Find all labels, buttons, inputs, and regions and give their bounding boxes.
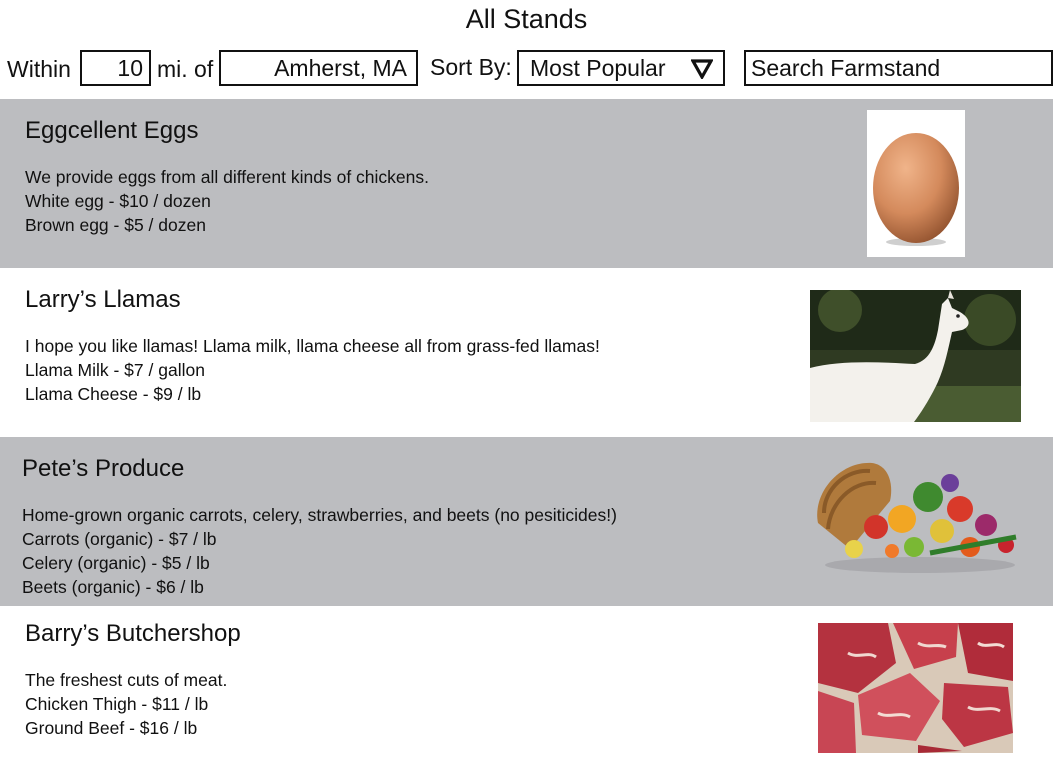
filter-bar: Within 10 mi. of Amherst, MA Sort By: Mo…: [0, 48, 1053, 92]
location-input[interactable]: Amherst, MA: [219, 50, 418, 86]
sort-dropdown[interactable]: Most Popular: [517, 50, 725, 86]
search-placeholder: Search Farmstand: [751, 55, 941, 81]
sort-by-label: Sort By:: [430, 54, 512, 80]
stand-description: We provide eggs from all different kinds…: [25, 167, 429, 187]
triangle-down-icon: [691, 59, 713, 79]
stand-name[interactable]: Eggcellent Eggs: [25, 116, 198, 146]
product-item: Ground Beef - $16 / lb: [25, 718, 198, 738]
product-item: Brown egg - $5 / dozen: [25, 215, 206, 235]
stand-name[interactable]: Barry’s Butchershop: [25, 619, 241, 649]
stand-description-block: The freshest cuts of meat. Chicken Thigh…: [25, 668, 227, 740]
miles-of-label: mi. of: [157, 56, 214, 82]
llama-image: [810, 290, 1021, 422]
stand-name[interactable]: Pete’s Produce: [22, 454, 184, 484]
stand-description: Home-grown organic carrots, celery, stra…: [22, 505, 617, 525]
product-item: White egg - $10 / dozen: [25, 191, 211, 211]
stand-description: I hope you like llamas! Llama milk, llam…: [25, 336, 600, 356]
stand-card-larrys-llamas[interactable]: Larry’s Llamas I hope you like llamas! L…: [0, 268, 1053, 437]
stand-name[interactable]: Larry’s Llamas: [25, 285, 181, 315]
stand-card-eggcellent-eggs[interactable]: Eggcellent Eggs We provide eggs from all…: [0, 99, 1053, 268]
stand-description-block: I hope you like llamas! Llama milk, llam…: [25, 334, 600, 406]
stand-description: The freshest cuts of meat.: [25, 670, 228, 690]
stand-card-barrys-butchershop[interactable]: Barry’s Butchershop The freshest cuts of…: [0, 606, 1053, 775]
product-item: Celery (organic) - $5 / lb: [22, 553, 210, 573]
search-input[interactable]: Search Farmstand: [744, 50, 1053, 86]
within-label: Within: [7, 56, 71, 82]
product-item: Beets (organic) - $6 / lb: [22, 577, 204, 597]
product-item: Llama Milk - $7 / gallon: [25, 360, 205, 380]
product-item: Llama Cheese - $9 / lb: [25, 384, 202, 404]
stand-description-block: Home-grown organic carrots, celery, stra…: [22, 503, 617, 599]
sort-selected-value: Most Popular: [530, 55, 666, 81]
distance-input[interactable]: 10: [80, 50, 151, 86]
stand-description-block: We provide eggs from all different kinds…: [25, 165, 429, 237]
produce-basket-image: [810, 453, 1022, 577]
egg-image: [867, 110, 965, 257]
raw-meat-image: [818, 623, 1013, 753]
product-item: Carrots (organic) - $7 / lb: [22, 529, 217, 549]
page-title: All Stands: [465, 4, 588, 34]
stand-card-petes-produce[interactable]: Pete’s Produce Home-grown organic carrot…: [0, 437, 1053, 606]
product-item: Chicken Thigh - $11 / lb: [25, 694, 209, 714]
